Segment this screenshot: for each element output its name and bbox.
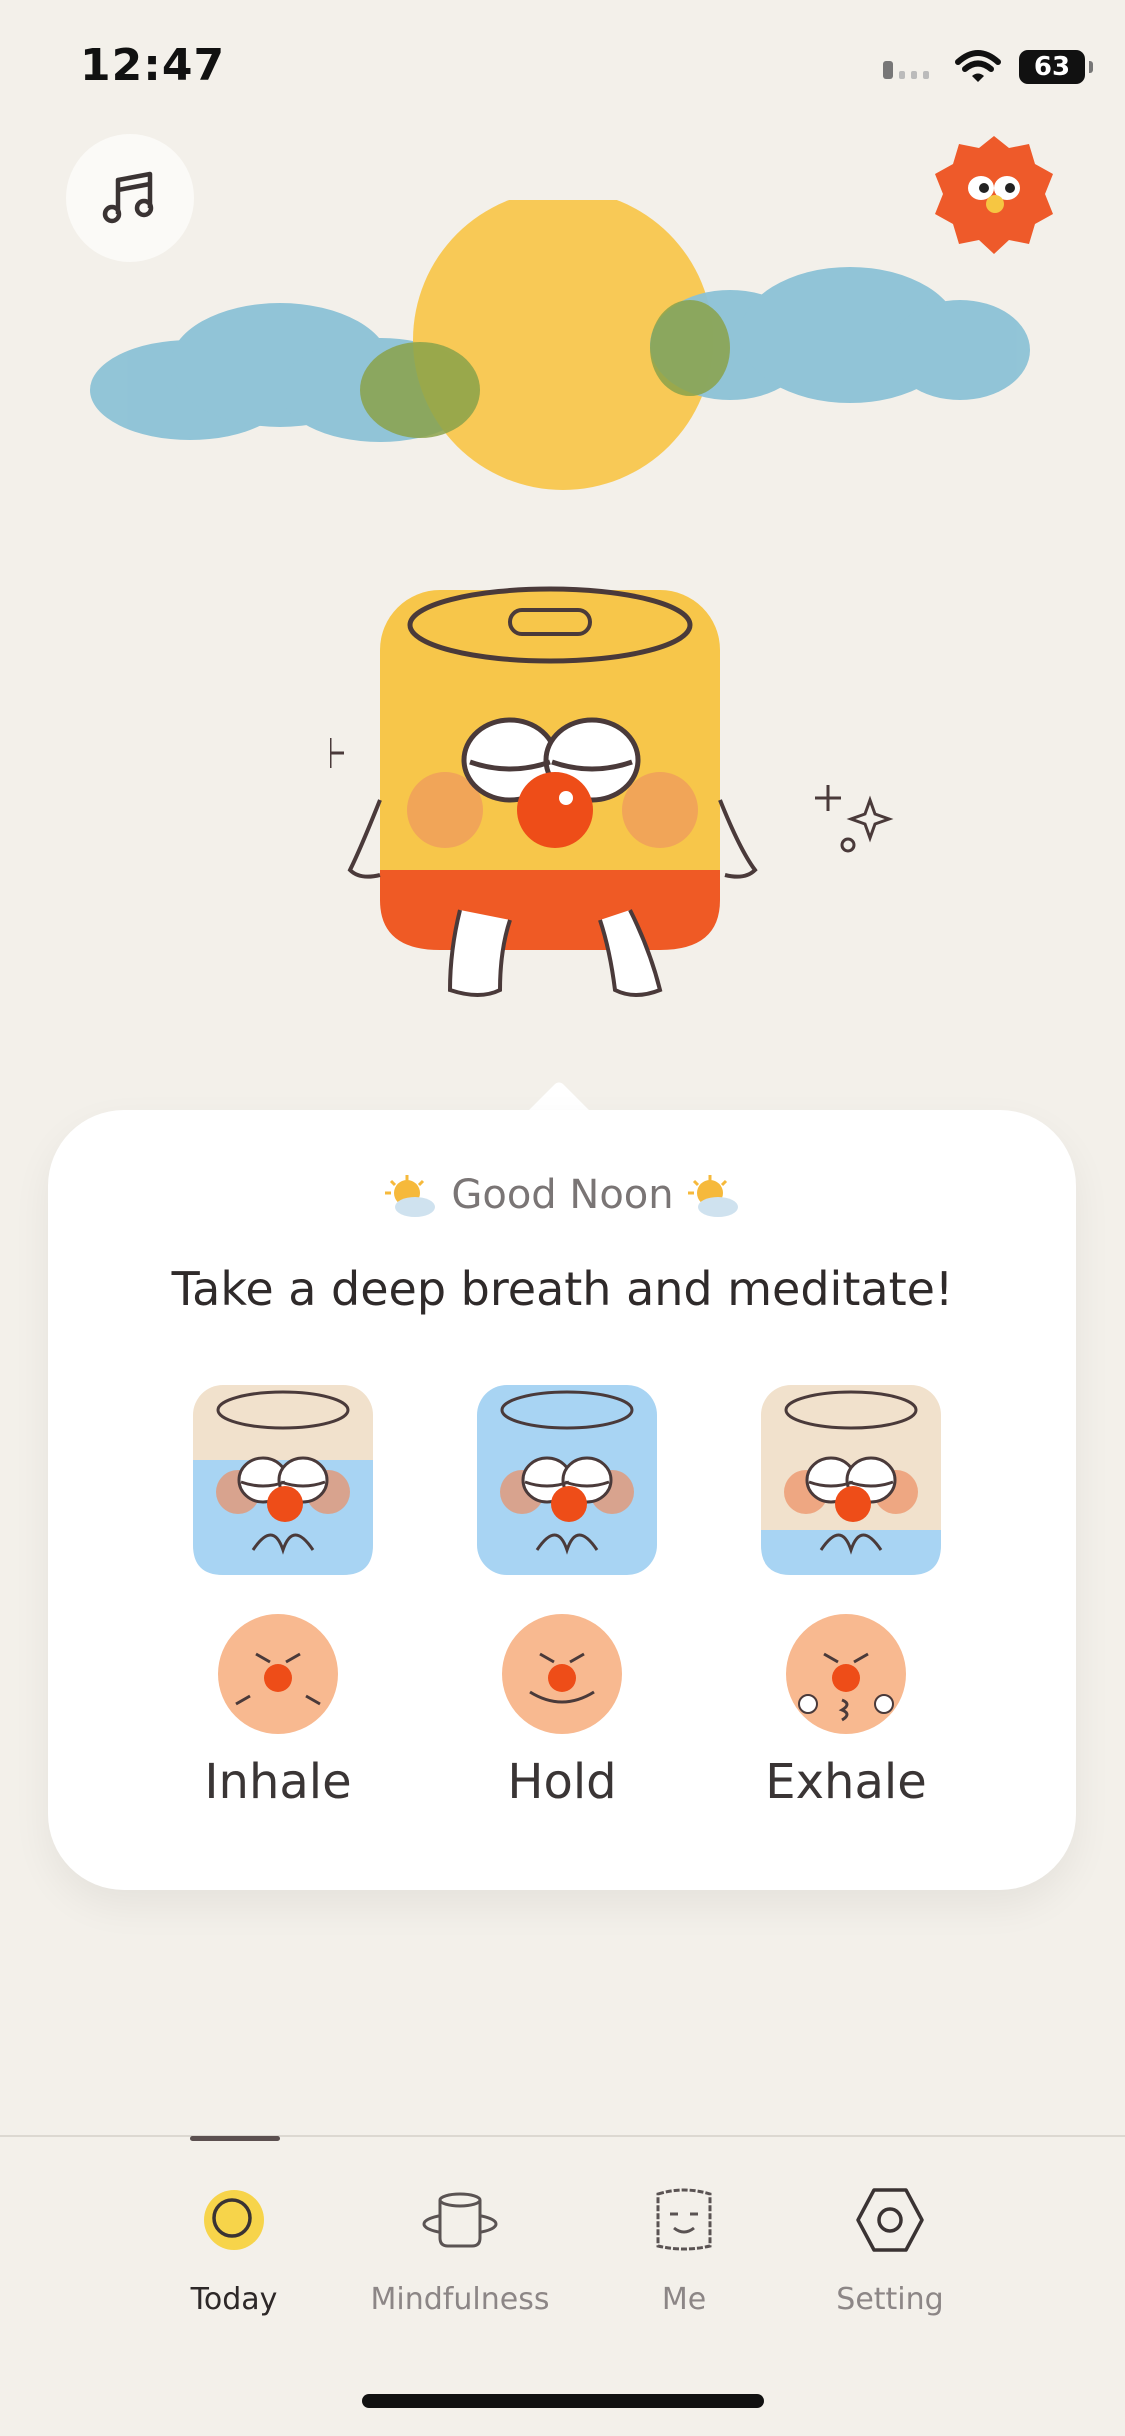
inhale-face-icon (218, 1614, 338, 1734)
sun-behind-cloud-icon (687, 1175, 738, 1217)
tab-setting[interactable]: Setting (780, 2180, 1000, 2317)
tab-today[interactable]: Today (124, 2180, 344, 2317)
sun-behind-cloud-icon (385, 1175, 436, 1217)
cup-icon (422, 2192, 498, 2248)
home-indicator (362, 2394, 764, 2408)
sparkles-right (815, 785, 894, 853)
mascot-exhale-figure (761, 1385, 941, 1575)
tab-label-mindfulness: Mindfulness (370, 2282, 550, 2317)
sun-circle-icon (204, 2190, 264, 2250)
status-icons: 63 (881, 50, 1093, 84)
step-label-hold: Hold (507, 1754, 617, 1810)
greeting: Good Noon (0, 1172, 1125, 1219)
sky-illustration (90, 200, 1030, 490)
step-hold: Hold (432, 1380, 692, 1810)
step-label-inhale: Inhale (204, 1754, 352, 1810)
mascot-illustration (330, 586, 758, 997)
tab-mindfulness[interactable]: Mindfulness (350, 2180, 570, 2317)
greeting-text: Good Noon (451, 1172, 674, 1218)
step-inhale: Inhale (148, 1380, 408, 1810)
tab-label-today: Today (190, 2282, 278, 2317)
battery-indicator: 63 (1019, 50, 1093, 84)
tab-label-setting: Setting (836, 2282, 944, 2317)
hold-face-icon (502, 1614, 622, 1734)
status-time: 12:47 (80, 40, 226, 91)
hexagon-nut-icon (856, 2188, 924, 2252)
step-label-exhale: Exhale (765, 1754, 927, 1810)
mascot-hold-figure (477, 1385, 657, 1575)
cellular-signal-icon (883, 61, 929, 79)
toast-face-icon (656, 2188, 712, 2251)
exhale-face-icon (786, 1614, 906, 1734)
mascot-inhale-figure (193, 1385, 373, 1575)
step-exhale: Exhale (716, 1380, 976, 1810)
active-tab-indicator (190, 2136, 280, 2141)
tab-bar-divider (0, 2135, 1125, 2137)
wifi-icon (955, 50, 1001, 82)
tab-label-me: Me (661, 2282, 707, 2317)
tab-me[interactable]: Me (574, 2180, 794, 2317)
headline: Take a deep breath and meditate! (171, 1262, 954, 1316)
